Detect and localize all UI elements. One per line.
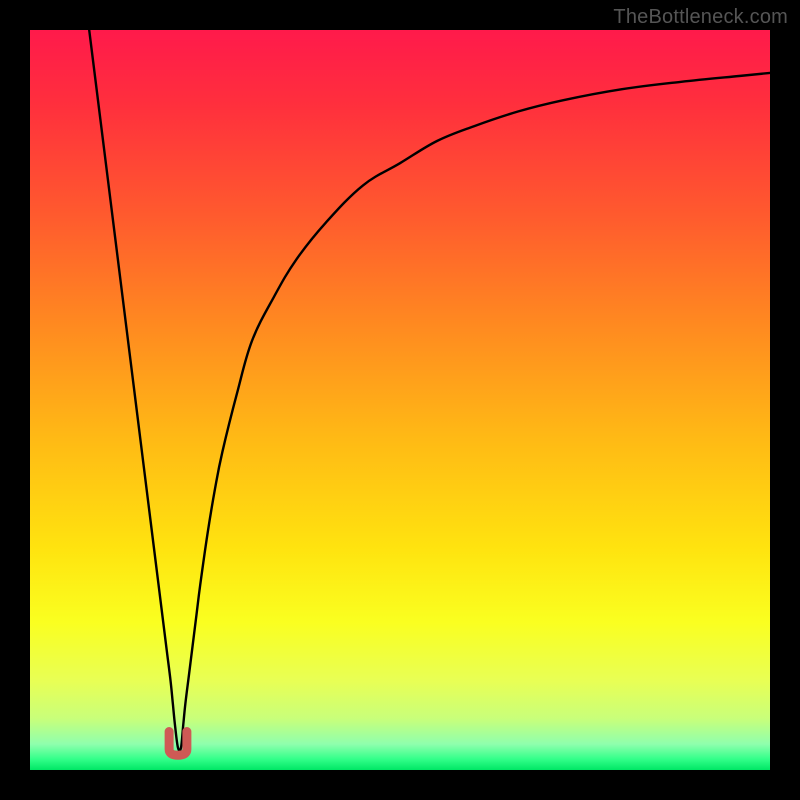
plot-area	[30, 30, 770, 770]
chart-frame: TheBottleneck.com	[0, 0, 800, 800]
bottleneck-curve	[89, 30, 770, 751]
watermark-text: TheBottleneck.com	[613, 6, 788, 29]
curve-layer	[30, 30, 770, 770]
